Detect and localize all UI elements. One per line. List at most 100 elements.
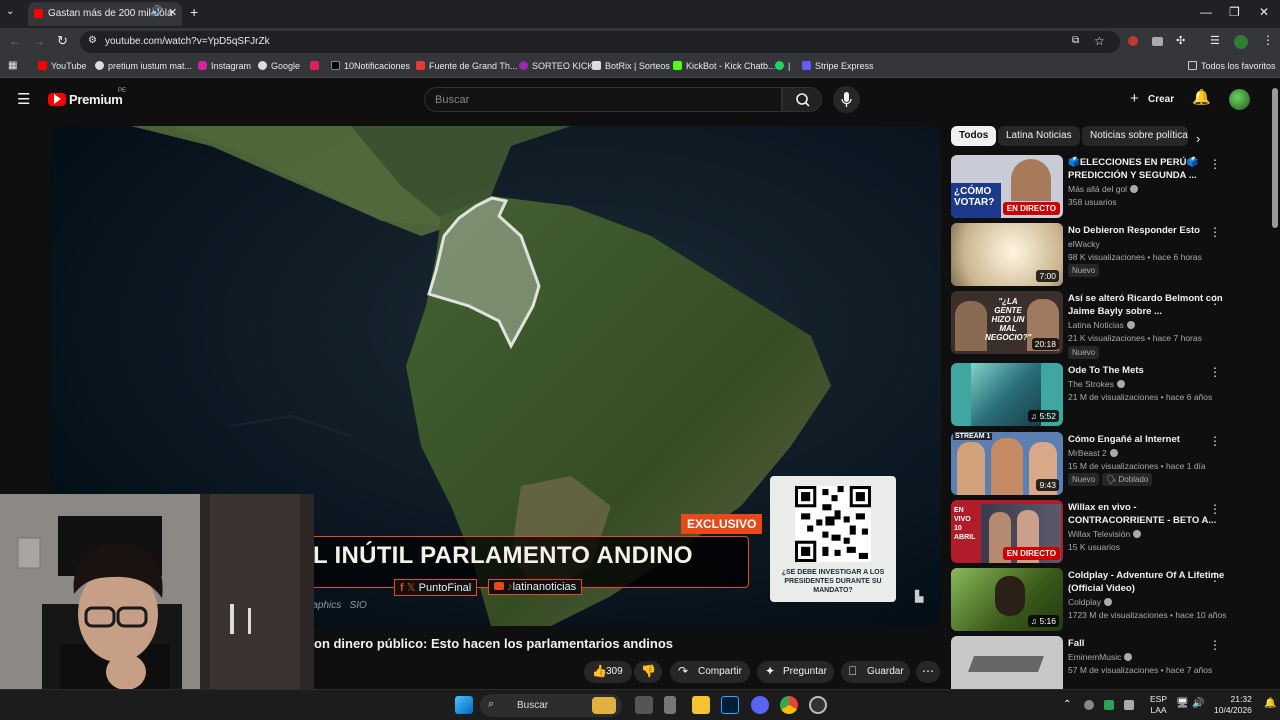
recommendation-item[interactable]: Fall EminemMusic 57 M de visualizaciones… <box>951 636 1266 689</box>
more-options-icon[interactable]: ⋮ <box>1209 365 1221 379</box>
recommendation-title[interactable]: 🗳️ELECCIONES EN PERÚ🗳️ PREDICCIÓN Y SEGU… <box>1068 156 1228 182</box>
search-input[interactable]: Buscar <box>424 87 782 112</box>
recommendation-channel[interactable]: The Strokes <box>1068 379 1125 389</box>
tray-icon-2[interactable] <box>1104 700 1114 710</box>
more-options-icon[interactable]: ⋮ <box>1209 225 1221 239</box>
recommendation-thumbnail[interactable]: "¿LA GENTE HIZO UN MAL NEGOCIO?" 20:18 <box>951 291 1063 354</box>
recommendation-item[interactable]: ¿CÓMO VOTAR? EN DIRECTO 🗳️ELECCIONES EN … <box>951 155 1266 218</box>
extension-icon-2[interactable] <box>1152 37 1163 46</box>
reload-icon[interactable]: ↻ <box>57 33 68 49</box>
bookmark-10notificaciones[interactable]: 10Notificaciones <box>331 61 410 71</box>
bookmark-youtube[interactable]: YouTube <box>38 61 86 71</box>
recommendation-title[interactable]: No Debieron Responder Esto <box>1068 224 1228 237</box>
ask-button[interactable]: ✦ Preguntar <box>757 661 834 683</box>
task-view-icon[interactable] <box>635 696 653 714</box>
extensions-puzzle-icon[interactable]: ✣ <box>1176 34 1185 47</box>
save-button[interactable]: ⎕ Guardar <box>841 661 910 683</box>
recommendation-thumbnail[interactable]: ♫ 5:16 <box>951 568 1063 631</box>
restore-icon[interactable]: ❐ <box>1229 5 1240 19</box>
bookmark-pretium[interactable]: pretium iustum mat... <box>95 61 192 71</box>
chrome-icon[interactable] <box>780 696 798 714</box>
search-button[interactable] <box>782 87 822 112</box>
profile-avatar-icon[interactable] <box>1234 35 1248 49</box>
recommendation-channel[interactable]: Latina Noticias <box>1068 320 1135 330</box>
extension-icon-1[interactable] <box>1128 36 1138 46</box>
recommendation-thumbnail[interactable]: STREAM 1 9:43 <box>951 432 1063 495</box>
bookmark-slack[interactable] <box>310 61 323 71</box>
bookmark-whatsapp[interactable]: | <box>775 61 790 71</box>
recommendation-title[interactable]: Willax en vivo - CONTRACORRIENTE - BETO … <box>1068 501 1228 527</box>
recommendation-item[interactable]: ♫ 5:16 Coldplay - Adventure Of A Lifetim… <box>951 568 1266 631</box>
tray-icon-1[interactable] <box>1084 700 1094 710</box>
windows-start-icon[interactable] <box>455 696 473 714</box>
chip-noticias-politica[interactable]: Noticias sobre política <box>1082 126 1188 146</box>
recommendation-title[interactable]: Así se alteró Ricardo Belmont con Jaime … <box>1068 292 1228 318</box>
page-scrollbar[interactable] <box>1272 88 1278 228</box>
recommendation-title[interactable]: Cómo Engañé al Internet <box>1068 433 1228 446</box>
more-options-icon[interactable]: ⋮ <box>1209 293 1221 307</box>
bookmark-instagram[interactable]: Instagram <box>198 61 251 71</box>
site-info-icon[interactable]: ⚙ <box>88 35 97 46</box>
more-options-icon[interactable]: ⋮ <box>1209 434 1221 448</box>
back-icon[interactable]: ← <box>9 34 21 48</box>
recommendation-item[interactable]: EN VIVO 10 ABRIL EN DIRECTO Willax en vi… <box>951 500 1266 563</box>
apps-grid-icon[interactable]: ▦ <box>8 60 17 71</box>
recommendation-thumbnail[interactable] <box>951 636 1063 689</box>
more-options-icon[interactable]: ⋮ <box>1209 502 1221 516</box>
close-window-icon[interactable]: ✕ <box>1259 5 1269 19</box>
notifications-bell-icon[interactable]: 🔔 <box>1192 88 1211 106</box>
recommendation-channel[interactable]: Más allá del gol <box>1068 184 1139 194</box>
account-avatar[interactable] <box>1229 89 1250 110</box>
create-button[interactable]: + Crear <box>1124 88 1180 112</box>
bookmark-stripe[interactable]: Stripe Express <box>802 61 874 71</box>
like-button[interactable]: 👍 309 <box>584 661 632 683</box>
new-tab-button[interactable]: + <box>190 4 198 20</box>
url-input[interactable]: ⚙ youtube.com/watch?v=YpD5qSFJrZk ⧉ ☆ <box>80 31 1120 53</box>
speaker-icon[interactable]: 🔊 <box>150 6 162 17</box>
recommendation-item[interactable]: 7:00 No Debieron Responder Esto elWacky … <box>951 223 1266 286</box>
clock[interactable]: 21:32 10/4/2026 <box>1214 694 1252 716</box>
recommendation-channel[interactable]: elWacky <box>1068 239 1100 249</box>
more-options-icon[interactable]: ⋮ <box>1209 570 1221 584</box>
close-tab-icon[interactable]: ✕ <box>168 6 177 19</box>
recommendation-title[interactable]: Coldplay - Adventure Of A Lifetime (Offi… <box>1068 569 1228 595</box>
minimize-icon[interactable]: — <box>1200 5 1212 19</box>
taskbar-search-input[interactable]: ⌕ Buscar <box>480 694 622 717</box>
browser-menu-icon[interactable]: ⋮ <box>1262 33 1274 47</box>
bookmark-grand-theft[interactable]: Fuente de Grand Th... <box>416 61 517 71</box>
recommendation-channel[interactable]: MrBeast 2 <box>1068 448 1118 458</box>
recommendation-item[interactable]: ♫ 5:52 Ode To The Mets The Strokes 21 M … <box>951 363 1266 426</box>
chip-latina-noticias[interactable]: Latina Noticias <box>998 126 1080 146</box>
network-icon[interactable]: 🖥 <box>1176 698 1189 709</box>
tab-search-icon[interactable]: ⌄ <box>6 6 14 17</box>
recommendation-channel[interactable]: Coldplay <box>1068 597 1113 607</box>
bookmark-star-icon[interactable]: ☆ <box>1094 34 1105 48</box>
file-explorer-icon[interactable] <box>692 696 710 714</box>
recommendation-title[interactable]: Ode To The Mets <box>1068 364 1228 377</box>
app-icon-1[interactable] <box>664 696 676 714</box>
install-icon[interactable]: ⧉ <box>1072 35 1079 46</box>
forward-icon[interactable]: → <box>33 34 45 48</box>
recommendation-title[interactable]: Fall <box>1068 637 1228 650</box>
discord-icon[interactable] <box>751 696 769 714</box>
chip-todos[interactable]: Todos <box>951 126 997 146</box>
bookmark-sorteo-kick[interactable]: SORTEO KICK <box>519 61 593 71</box>
reading-list-icon[interactable]: ☰ <box>1210 34 1220 47</box>
recommendation-thumbnail[interactable]: EN VIVO 10 ABRIL EN DIRECTO <box>951 500 1063 563</box>
voice-search-button[interactable] <box>833 86 860 113</box>
recommendation-thumbnail[interactable]: ♫ 5:52 <box>951 363 1063 426</box>
recommendation-item[interactable]: STREAM 1 9:43 Cómo Engañé al Internet Mr… <box>951 432 1266 495</box>
recommendation-thumbnail[interactable]: ¿CÓMO VOTAR? EN DIRECTO <box>951 155 1063 218</box>
bookmark-botrix[interactable]: BotRix | Sorteos <box>592 61 670 71</box>
youtube-logo[interactable]: Premium PE <box>48 88 148 110</box>
chips-next-icon[interactable]: › <box>1196 131 1200 146</box>
browser-tab-active[interactable]: Gastan más de 200 mil dóla 🔊 ✕ <box>28 2 182 26</box>
bookmark-google[interactable]: Google <box>258 61 300 71</box>
tray-icon-3[interactable] <box>1124 700 1134 710</box>
photoshop-icon[interactable] <box>721 696 739 714</box>
notification-center-icon[interactable]: 🔔 <box>1264 698 1276 709</box>
more-options-icon[interactable]: ⋮ <box>1209 638 1221 652</box>
recommendation-channel[interactable]: EminemMusic <box>1068 652 1133 662</box>
more-options-icon[interactable]: ⋮ <box>1209 157 1221 171</box>
all-bookmarks-folder[interactable]: Todos los favoritos <box>1188 61 1276 71</box>
